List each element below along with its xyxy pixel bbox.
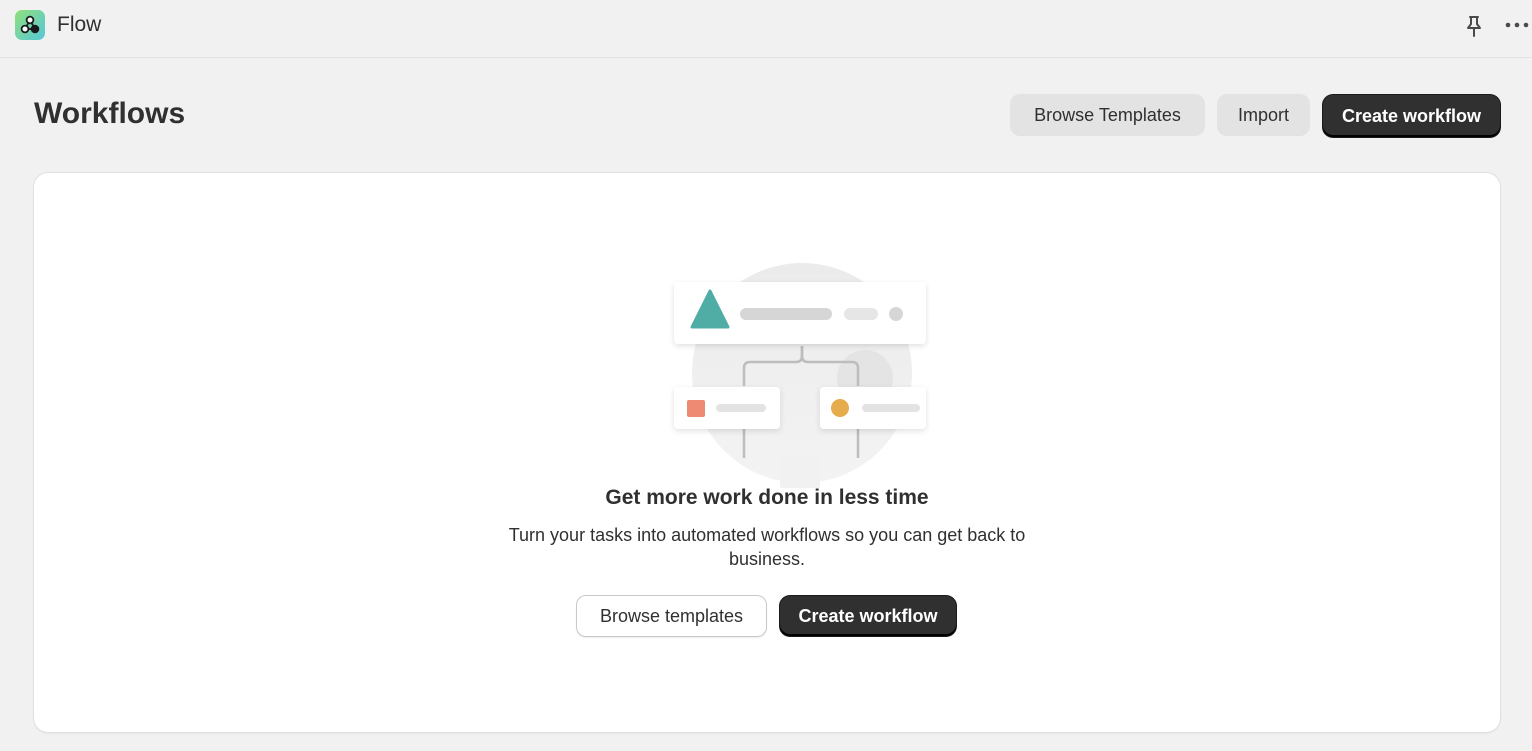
browse-templates-button[interactable]: Browse Templates	[1010, 94, 1205, 136]
app-top-bar: Flow	[0, 0, 1532, 58]
page-title: Workflows	[34, 97, 186, 130]
app-title: Flow	[57, 13, 102, 36]
browse-templates-button-secondary[interactable]: Browse templates	[576, 595, 767, 637]
empty-state-card: Get more work done in less time Turn you…	[34, 173, 1500, 732]
empty-state-description: Turn your tasks into automated workflows…	[508, 525, 1026, 569]
empty-state-heading: Get more work done in less time	[605, 486, 929, 509]
pin-icon[interactable]	[1463, 14, 1485, 38]
import-button[interactable]: Import	[1217, 94, 1310, 136]
create-workflow-button[interactable]: Create workflow	[1323, 95, 1500, 137]
more-horizontal-icon[interactable]	[1504, 18, 1530, 32]
workflow-illustration	[674, 263, 926, 488]
flow-logo-icon	[15, 10, 45, 40]
create-workflow-button-secondary[interactable]: Create workflow	[780, 596, 956, 636]
